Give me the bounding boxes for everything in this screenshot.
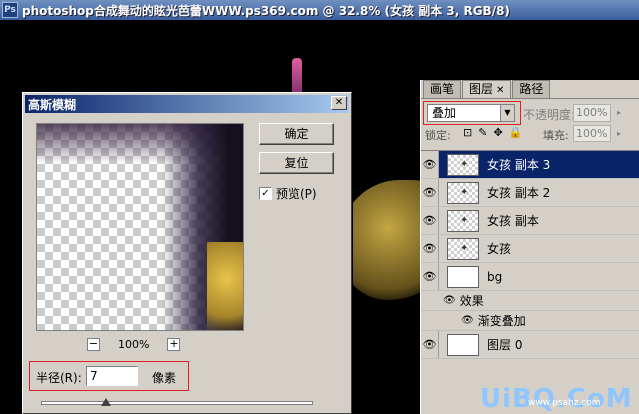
zoom-out-button[interactable]: − bbox=[87, 338, 100, 351]
preview-option[interactable]: ✓ 预览(P) bbox=[259, 185, 317, 202]
layers-panel: 画笔 图层 ✕ 路径 叠加 ▼ 不透明度: 100% ▸ 锁定: ⊡ ✎ ✥ 🔒 … bbox=[420, 80, 639, 414]
close-icon: ✕ bbox=[334, 97, 344, 108]
layer-effects-row[interactable]: 👁 效果 bbox=[421, 291, 639, 311]
gradient-overlay-row[interactable]: 👁 渐变叠加 bbox=[421, 311, 639, 331]
lock-row: 锁定: ⊡ ✎ ✥ 🔒 填充: 100% ▸ bbox=[421, 124, 639, 144]
radius-label: 半径(R): bbox=[36, 371, 82, 385]
layer-thumbnail: ✦ bbox=[447, 181, 479, 204]
tab-brushes[interactable]: 画笔 bbox=[423, 80, 462, 98]
zoom-level: 100% bbox=[118, 338, 150, 351]
layer-thumbnail bbox=[447, 265, 479, 288]
preview-label: 预览(P) bbox=[276, 187, 317, 201]
eye-icon[interactable]: 👁 bbox=[421, 151, 439, 178]
opacity-arrow-icon[interactable]: ▸ bbox=[613, 104, 625, 122]
opacity-input[interactable]: 100% bbox=[573, 104, 611, 122]
gradient-overlay-label: 渐变叠加 bbox=[477, 314, 526, 328]
layer-row[interactable]: 👁 ✦ 女孩 bbox=[421, 235, 639, 263]
radius-slider-thumb[interactable] bbox=[101, 398, 112, 406]
eye-icon[interactable]: 👁 bbox=[461, 315, 474, 326]
eye-icon[interactable]: 👁 bbox=[421, 235, 439, 262]
fill-arrow-icon[interactable]: ▸ bbox=[613, 125, 625, 142]
preview-gold-area bbox=[207, 242, 243, 330]
blend-mode-row: 叠加 ▼ 不透明度: 100% ▸ bbox=[421, 98, 639, 125]
chevron-down-icon[interactable]: ▼ bbox=[500, 105, 514, 121]
tab-layers-label: 图层 bbox=[469, 82, 494, 96]
layer-row[interactable]: 👁 图层 0 bbox=[421, 331, 639, 359]
layer-thumbnail: ✦ bbox=[447, 153, 479, 176]
dialog-title-bar: 高斯模糊 ✕ bbox=[25, 95, 349, 113]
photoshop-app-icon: Ps bbox=[2, 2, 18, 18]
layer-name: 女孩 副本 3 bbox=[487, 158, 551, 172]
blur-preview-pane[interactable] bbox=[36, 123, 244, 331]
watermark-site: www.psahz.com bbox=[528, 398, 601, 408]
effects-label: 效果 bbox=[459, 294, 484, 308]
layers-list: 👁 ✦ 女孩 副本 3 👁 ✦ 女孩 副本 2 👁 ✦ 女孩 副本 👁 ✦ 女孩… bbox=[421, 150, 639, 359]
tab-layers[interactable]: 图层 ✕ bbox=[462, 80, 512, 98]
layer-name: 女孩 bbox=[487, 242, 512, 256]
layer-row[interactable]: 👁 ✦ 女孩 副本 2 bbox=[421, 179, 639, 207]
preview-checkbox[interactable]: ✓ bbox=[259, 187, 272, 200]
layer-name: bg bbox=[487, 269, 503, 284]
lock-icons: ⊡ ✎ ✥ 🔒 bbox=[463, 126, 522, 139]
layer-row[interactable]: 👁 ✦ 女孩 副本 3 bbox=[421, 151, 639, 179]
tab-paths[interactable]: 路径 bbox=[512, 80, 551, 98]
lock-move-icon[interactable]: ✥ bbox=[493, 126, 502, 139]
radius-unit: 像素 bbox=[152, 371, 177, 385]
dialog-title: 高斯模糊 bbox=[28, 97, 77, 112]
window-title: photoshop合成舞动的眩光芭蕾WWW.ps369.com @ 32.8% … bbox=[22, 3, 510, 18]
layer-row[interactable]: 👁 bg bbox=[421, 263, 639, 291]
eye-icon[interactable]: 👁 bbox=[421, 331, 439, 358]
layer-thumbnail: ✦ bbox=[447, 237, 479, 260]
layer-name: 女孩 副本 2 bbox=[487, 186, 551, 200]
radius-slider-track[interactable] bbox=[41, 401, 313, 405]
eye-icon[interactable]: 👁 bbox=[443, 295, 456, 306]
layer-name: 图层 0 bbox=[487, 338, 523, 352]
layer-row[interactable]: 👁 ✦ 女孩 副本 bbox=[421, 207, 639, 235]
lock-label: 锁定: bbox=[425, 129, 451, 142]
gaussian-blur-dialog: 高斯模糊 ✕ − 100% + 确定 复位 ✓ 预览(P) 半径(R): 7 像… bbox=[22, 92, 352, 414]
eye-icon[interactable]: 👁 bbox=[421, 179, 439, 206]
lock-transparency-icon[interactable]: ⊡ bbox=[463, 126, 472, 139]
zoom-in-button[interactable]: + bbox=[167, 338, 181, 351]
radius-input[interactable]: 7 bbox=[86, 366, 138, 386]
blend-mode-value: 叠加 bbox=[432, 106, 457, 120]
eye-icon[interactable]: 👁 bbox=[421, 263, 439, 290]
eye-icon[interactable]: 👁 bbox=[421, 207, 439, 234]
layer-thumbnail bbox=[447, 333, 479, 356]
window-title-bar: Ps photoshop合成舞动的眩光芭蕾WWW.ps369.com @ 32.… bbox=[0, 0, 639, 20]
layer-name: 女孩 副本 bbox=[487, 214, 539, 228]
fill-input[interactable]: 100% bbox=[573, 125, 611, 142]
zoom-controls: − 100% + bbox=[87, 338, 181, 351]
blend-mode-select[interactable]: 叠加 ▼ bbox=[427, 104, 515, 122]
lock-paint-icon[interactable]: ✎ bbox=[478, 126, 487, 139]
radius-highlight: 半径(R): 7 像素 bbox=[29, 361, 189, 391]
panel-tabs: 画笔 图层 ✕ 路径 bbox=[421, 80, 639, 98]
opacity-label: 不透明度: bbox=[523, 108, 576, 122]
close-icon[interactable]: ✕ bbox=[496, 85, 504, 96]
ok-button[interactable]: 确定 bbox=[259, 123, 334, 145]
lock-all-icon[interactable]: 🔒 bbox=[509, 126, 523, 139]
layer-thumbnail: ✦ bbox=[447, 209, 479, 232]
close-button[interactable]: ✕ bbox=[331, 96, 347, 110]
fill-label: 填充: bbox=[543, 129, 569, 142]
reset-button[interactable]: 复位 bbox=[259, 152, 334, 174]
